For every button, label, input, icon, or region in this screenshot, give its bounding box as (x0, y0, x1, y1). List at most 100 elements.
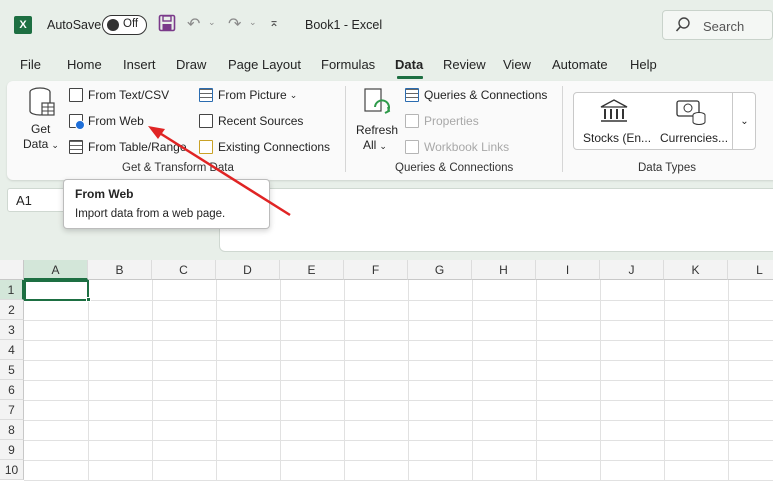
customize-toolbar-icon[interactable]: ⌅ (269, 15, 279, 29)
properties-label: Properties (424, 114, 479, 128)
queries-connections-icon (405, 88, 419, 102)
get-data-label-line1: Get (31, 122, 51, 136)
column-header-e[interactable]: E (280, 260, 344, 280)
tooltip-title: From Web (75, 187, 134, 201)
redo-icon[interactable]: ↷ (228, 14, 241, 34)
row-header-8[interactable]: 8 (0, 420, 24, 440)
select-all-corner[interactable] (0, 260, 24, 280)
chevron-down-icon: ⌄ (289, 89, 298, 100)
recent-sources-icon (199, 114, 213, 128)
column-header-h[interactable]: H (472, 260, 536, 280)
refresh-all-label-line1: Refresh (356, 123, 399, 137)
from-web-button[interactable]: From Web (69, 114, 144, 130)
redo-dropdown-chevron-icon[interactable]: ⌄ (249, 17, 257, 28)
row-header-10[interactable]: 10 (0, 460, 24, 480)
tab-view[interactable]: View (503, 57, 531, 72)
column-header-g[interactable]: G (408, 260, 472, 280)
database-icon (28, 87, 56, 122)
tab-formulas[interactable]: Formulas (321, 57, 375, 72)
active-cell-a1[interactable] (24, 280, 89, 301)
search-icon (675, 16, 691, 37)
from-picture-button[interactable]: From Picture ⌄ (199, 88, 297, 102)
group-separator (562, 86, 563, 172)
picture-table-icon (199, 88, 213, 102)
row-header-5[interactable]: 5 (0, 360, 24, 380)
tab-file[interactable]: File (20, 57, 41, 72)
undo-icon[interactable]: ↶ (187, 14, 200, 34)
tab-data[interactable]: Data (395, 57, 423, 72)
column-header-j[interactable]: J (600, 260, 664, 280)
column-header-l[interactable]: L (728, 260, 773, 280)
recent-sources-button[interactable]: Recent Sources (199, 114, 303, 128)
undo-dropdown-chevron-icon[interactable]: ⌄ (208, 17, 216, 28)
stocks-label: Stocks (En... (583, 131, 652, 145)
queries-connections-button[interactable]: Queries & Connections (405, 88, 547, 102)
row-gridline (24, 300, 773, 301)
column-header-f[interactable]: F (344, 260, 408, 280)
row-gridline (24, 340, 773, 341)
row-gridline (24, 460, 773, 461)
tab-page-layout[interactable]: Page Layout (228, 57, 301, 72)
gallery-expand-icon: ⌄ (740, 115, 749, 127)
document-title: Book1 - Excel (305, 18, 383, 32)
excel-logo-icon: X (14, 16, 32, 34)
from-web-tooltip: From Web Import data from a web page. (63, 179, 270, 229)
currencies-data-type-button[interactable]: Currencies... (659, 96, 729, 146)
data-types-more-button[interactable]: ⌄ (732, 92, 756, 150)
workbook-links-icon (405, 140, 419, 154)
chevron-down-icon: ⌄ (51, 140, 59, 150)
row-header-3[interactable]: 3 (0, 320, 24, 340)
column-header-a[interactable]: A (24, 260, 88, 280)
tab-review[interactable]: Review (443, 57, 486, 72)
refresh-icon (363, 87, 393, 122)
get-transform-group-label: Get & Transform Data (122, 162, 234, 174)
save-icon[interactable] (158, 14, 176, 37)
autosave-toggle[interactable]: Off (102, 15, 147, 35)
bank-building-icon (599, 98, 629, 127)
properties-button[interactable]: Properties (405, 114, 479, 128)
tab-insert[interactable]: Insert (123, 57, 156, 72)
row-header-1[interactable]: 1 (0, 280, 24, 300)
stocks-data-type-button[interactable]: Stocks (En... (583, 96, 653, 146)
column-header-k[interactable]: K (664, 260, 728, 280)
row-header-6[interactable]: 6 (0, 380, 24, 400)
tab-home[interactable]: Home (67, 57, 102, 72)
from-table-range-button[interactable]: From Table/Range (69, 140, 187, 154)
from-text-csv-button[interactable]: From Text/CSV (69, 88, 169, 102)
row-header-9[interactable]: 9 (0, 440, 24, 460)
row-gridline (24, 320, 773, 321)
column-header-b[interactable]: B (88, 260, 152, 280)
worksheet-grid[interactable]: ABCDEFGHIJKL 1 2 3 4 5 6 7 8 9 10 (0, 260, 773, 481)
row-header-7[interactable]: 7 (0, 400, 24, 420)
chevron-down-icon: ⌄ (379, 141, 387, 151)
tab-automate[interactable]: Automate (552, 57, 608, 72)
search-box[interactable]: Search (662, 10, 773, 40)
workbook-links-label: Workbook Links (424, 140, 510, 154)
existing-connections-label: Existing Connections (218, 140, 331, 154)
row-header-2[interactable]: 2 (0, 300, 24, 320)
tab-help[interactable]: Help (630, 57, 657, 72)
formula-bar[interactable] (219, 188, 773, 252)
text-file-icon (69, 88, 83, 102)
workbook-links-button[interactable]: Workbook Links (405, 140, 509, 154)
get-data-button[interactable]: Get Data ⌄ (22, 87, 59, 155)
toggle-knob (107, 19, 119, 31)
queries-group-label: Queries & Connections (395, 162, 514, 174)
existing-connections-button[interactable]: Existing Connections (199, 140, 330, 154)
title-bar: X AutoSave Off ↶ ⌄ ↷ ⌄ ⌅ Book1 - Excel S… (0, 0, 773, 50)
column-header-i[interactable]: I (536, 260, 600, 280)
column-header-c[interactable]: C (152, 260, 216, 280)
web-page-icon (69, 114, 85, 130)
from-text-csv-label: From Text/CSV (88, 88, 170, 102)
row-header-4[interactable]: 4 (0, 340, 24, 360)
column-header-d[interactable]: D (216, 260, 280, 280)
data-types-group-label: Data Types (638, 162, 696, 174)
currency-coins-icon (676, 98, 706, 129)
queries-connections-label: Queries & Connections (424, 88, 548, 102)
currencies-label: Currencies... (660, 131, 729, 145)
active-tab-indicator (397, 76, 423, 79)
refresh-all-button[interactable]: Refresh All ⌄ (355, 87, 399, 155)
row-gridline (24, 380, 773, 381)
tab-draw[interactable]: Draw (176, 57, 206, 72)
fill-handle[interactable] (86, 297, 91, 302)
